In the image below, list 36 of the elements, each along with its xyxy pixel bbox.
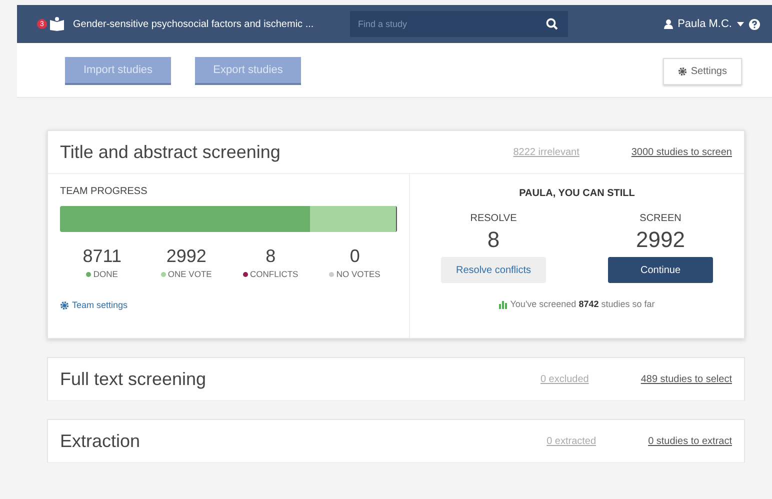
screened-summary: You've screened 8742 studies so far xyxy=(510,299,655,309)
action-count: 2992 xyxy=(636,227,685,253)
stat-value: 8 xyxy=(266,246,276,267)
search-field[interactable]: Find a study xyxy=(350,11,568,37)
stage-title: Title and abstract screening xyxy=(60,142,280,162)
stat-label: ONE VOTE xyxy=(168,269,212,279)
stage-title: Full text screening xyxy=(60,368,206,390)
team-settings-link[interactable]: Team settings xyxy=(72,300,128,310)
action-label: RESOLVE xyxy=(470,213,517,224)
help-icon[interactable] xyxy=(749,18,760,30)
stat-value: 0 xyxy=(350,246,360,267)
stat-label: DONE xyxy=(93,269,118,279)
stage-link[interactable]: 3000 studies to screen xyxy=(631,146,732,158)
stage-link[interactable]: 489 studies to select xyxy=(640,374,732,384)
user-icon xyxy=(664,19,673,29)
stat-value: 8711 xyxy=(82,246,122,267)
book-icon[interactable] xyxy=(49,17,65,31)
search-icon[interactable] xyxy=(546,18,558,30)
team-progress-label: TEAM PROGRESS xyxy=(60,186,148,197)
stage-title: Extraction xyxy=(60,430,140,452)
action-count: 8 xyxy=(487,227,500,253)
stat-label: NO VOTES xyxy=(336,269,380,279)
section-heading: PAULA, YOU CAN STILL xyxy=(519,188,635,199)
project-title[interactable]: Gender-sensitive psychosocial factors and ischemic ... xyxy=(73,18,338,30)
user-menu[interactable]: Paula M.C. xyxy=(678,18,732,30)
bar-chart-icon xyxy=(499,300,508,308)
settings-icon xyxy=(678,66,687,76)
caret-icon[interactable] xyxy=(737,22,744,26)
action-button[interactable]: Continue xyxy=(608,257,713,283)
stat-value: 2992 xyxy=(166,246,206,267)
stat-label: CONFLICTS xyxy=(250,269,298,279)
action-button[interactable]: Resolve conflicts xyxy=(441,257,546,283)
stage-link[interactable]: 0 studies to extract xyxy=(648,436,732,446)
settings-button[interactable]: Settings xyxy=(662,58,742,84)
settings-icon xyxy=(60,300,69,310)
action-label: SCREEN xyxy=(640,213,682,224)
